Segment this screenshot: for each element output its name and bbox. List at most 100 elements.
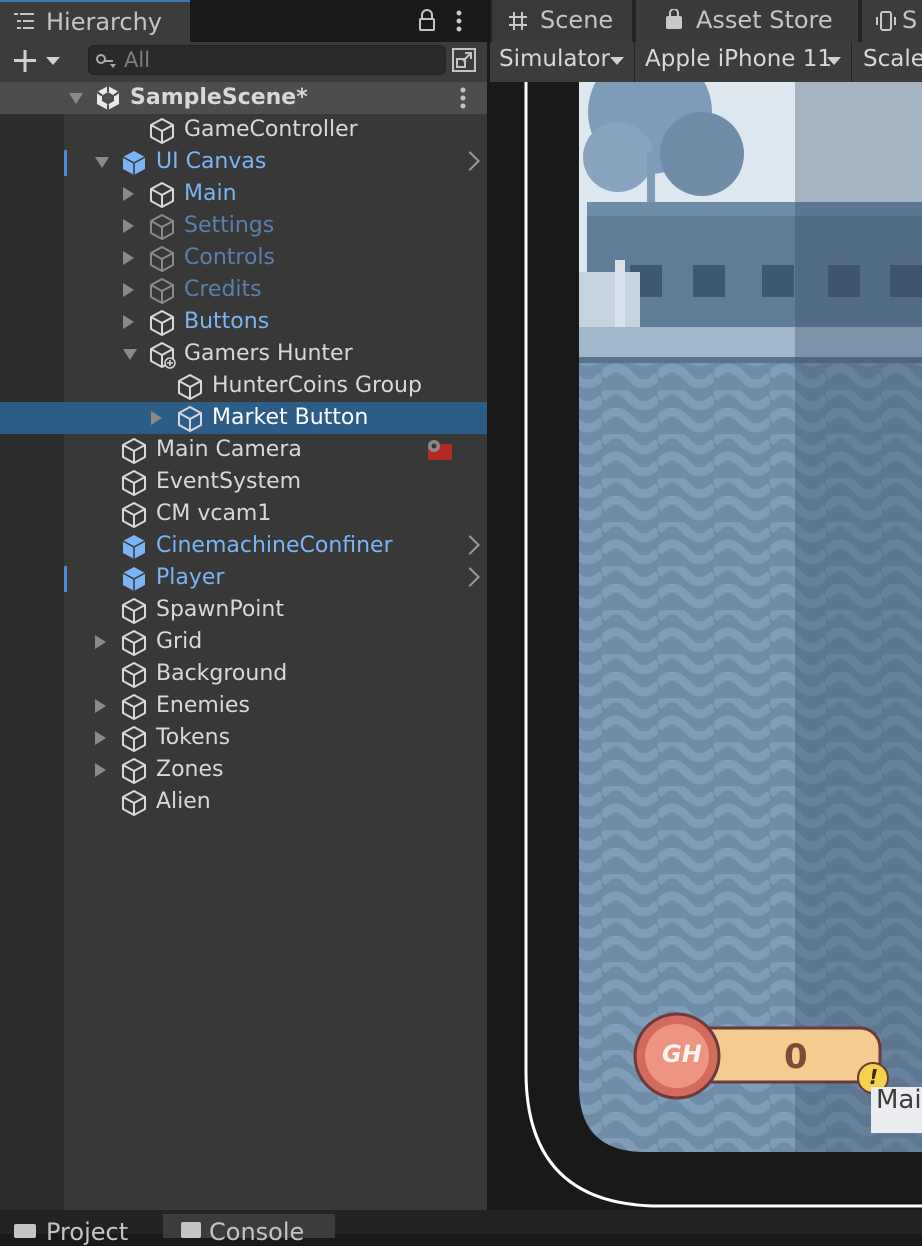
hierarchy-item-label: Player — [156, 565, 225, 590]
expand-arrow-closed[interactable] — [123, 251, 134, 265]
gameobject-cube-icon — [148, 181, 176, 209]
prefab-override-marker — [64, 566, 67, 592]
hierarchy-item[interactable]: Zones — [64, 754, 487, 786]
main-button-partial[interactable]: Mai — [876, 1085, 922, 1115]
hierarchy-item[interactable]: Alien — [64, 786, 487, 818]
expand-arrow-closed[interactable] — [95, 763, 106, 777]
tab-scene[interactable]: Scene — [492, 0, 632, 42]
tab-project[interactable]: Project — [0, 1214, 158, 1246]
folder-icon — [14, 1224, 36, 1238]
simulator-tab-label: S — [902, 6, 918, 34]
gameobject-cube-icon — [120, 533, 148, 561]
search-options-icon[interactable] — [451, 47, 477, 77]
chevron-right-icon[interactable] — [460, 535, 480, 555]
hierarchy-item-label: HunterCoins Group — [212, 373, 422, 398]
gameobject-cube-icon — [120, 565, 148, 593]
expand-arrow-closed[interactable] — [123, 219, 134, 233]
hierarchy-item[interactable]: Main — [64, 178, 487, 210]
scene-expand-arrow[interactable] — [69, 93, 83, 104]
scene-name: SampleScene* — [130, 85, 308, 110]
hierarchy-item[interactable]: CinemachineConfiner — [64, 530, 487, 562]
gameobject-cube-icon — [176, 373, 204, 401]
hierarchy-item[interactable]: Background — [64, 658, 487, 690]
hierarchy-item-label: Credits — [184, 277, 262, 302]
hierarchy-item[interactable]: Enemies — [64, 690, 487, 722]
prefab-override-marker — [64, 150, 67, 176]
hierarchy-item[interactable]: HunterCoins Group — [64, 370, 487, 402]
create-add-button[interactable] — [12, 48, 62, 78]
hierarchy-item[interactable]: CM vcam1 — [64, 498, 487, 530]
gameobject-cube-icon — [148, 277, 176, 305]
hierarchy-item-label: Buttons — [184, 309, 270, 334]
hierarchy-left-gutter — [0, 114, 64, 1210]
bottom-tab-bar: Project Console — [0, 1210, 922, 1246]
hierarchy-item[interactable]: EventSystem — [64, 466, 487, 498]
hierarchy-item[interactable]: Player — [64, 562, 487, 594]
shopping-bag-icon — [664, 8, 684, 35]
more-options-icon[interactable] — [455, 9, 463, 37]
tab-simulator[interactable]: S — [862, 0, 922, 42]
coin-counter-value: 0 — [784, 1037, 808, 1077]
hierarchy-item-label: Zones — [156, 757, 224, 782]
gameobject-cube-icon — [148, 213, 176, 241]
search-placeholder: All — [124, 48, 151, 72]
device-viewport[interactable]: GH 0 ! Mai — [490, 82, 922, 1210]
asset-store-tab-label: Asset Store — [696, 6, 833, 34]
hierarchy-item[interactable]: Gamers Hunter — [64, 338, 487, 370]
expand-arrow-closed[interactable] — [123, 283, 134, 297]
hierarchy-item[interactable]: Controls — [64, 242, 487, 274]
scene-menu-icon[interactable] — [459, 86, 467, 114]
gameobject-cube-icon — [120, 757, 148, 785]
gameobject-cube-icon — [148, 117, 176, 145]
hierarchy-item-label: CM vcam1 — [156, 501, 272, 526]
hierarchy-item-label: CinemachineConfiner — [156, 533, 393, 558]
hierarchy-item[interactable]: Grid — [64, 626, 487, 658]
chevron-right-icon[interactable] — [460, 151, 480, 171]
gameobject-cube-icon — [120, 501, 148, 529]
hierarchy-item-label: Tokens — [156, 725, 231, 750]
scene-tab-bar: Scene Asset Store S — [490, 0, 922, 42]
hierarchy-item-label: Gamers Hunter — [184, 341, 353, 366]
console-icon — [181, 1222, 201, 1238]
hierarchy-item-label: SpawnPoint — [156, 597, 284, 622]
project-tab-label: Project — [46, 1218, 129, 1246]
gameobject-cube-icon — [120, 469, 148, 497]
expand-arrow-closed[interactable] — [123, 187, 134, 201]
tab-console[interactable]: Console — [163, 1214, 335, 1246]
hierarchy-item-label: Main — [184, 181, 237, 206]
tab-asset-store[interactable]: Asset Store — [636, 0, 858, 42]
hierarchy-item-label: Background — [156, 661, 288, 686]
expand-arrow-closed[interactable] — [95, 731, 106, 745]
scale-label: Scale — [863, 46, 922, 72]
lock-icon[interactable] — [417, 9, 437, 37]
hierarchy-item[interactable]: Market Button — [0, 402, 487, 434]
expand-arrow-closed[interactable] — [95, 635, 106, 649]
expand-arrow-closed[interactable] — [95, 699, 106, 713]
hierarchy-item[interactable]: Tokens — [64, 722, 487, 754]
hierarchy-item-label: Market Button — [212, 405, 369, 430]
gameobject-cube-icon — [120, 789, 148, 817]
hierarchy-item[interactable]: Credits — [64, 274, 487, 306]
gameobject-cube-icon — [120, 725, 148, 753]
simulator-mode-dropdown[interactable]: Simulator — [499, 46, 610, 72]
hierarchy-item[interactable]: Buttons — [64, 306, 487, 338]
expand-arrow-closed[interactable] — [123, 315, 134, 329]
gameobject-cube-icon — [120, 597, 148, 625]
hierarchy-item[interactable]: GameController — [64, 114, 487, 146]
tab-hierarchy[interactable]: Hierarchy — [0, 0, 190, 42]
device-dropdown[interactable]: Apple iPhone 11 — [645, 46, 832, 72]
hierarchy-item[interactable]: SpawnPoint — [64, 594, 487, 626]
hierarchy-item[interactable]: Settings — [64, 210, 487, 242]
hierarchy-item-label: Controls — [184, 245, 275, 270]
expand-arrow-closed[interactable] — [151, 411, 162, 425]
chevron-right-icon[interactable] — [460, 567, 480, 587]
hierarchy-item[interactable]: Main Camera — [64, 434, 487, 466]
expand-arrow-open[interactable] — [123, 349, 137, 360]
device-simulator-icon — [874, 10, 898, 36]
scene-header-row[interactable]: SampleScene* — [0, 82, 487, 114]
expand-arrow-open[interactable] — [95, 157, 109, 168]
hierarchy-item-label: GameController — [184, 117, 358, 142]
coin-logo-text: GH — [662, 1040, 702, 1068]
hierarchy-item[interactable]: UI Canvas — [64, 146, 487, 178]
gameobject-cube-icon — [120, 629, 148, 657]
